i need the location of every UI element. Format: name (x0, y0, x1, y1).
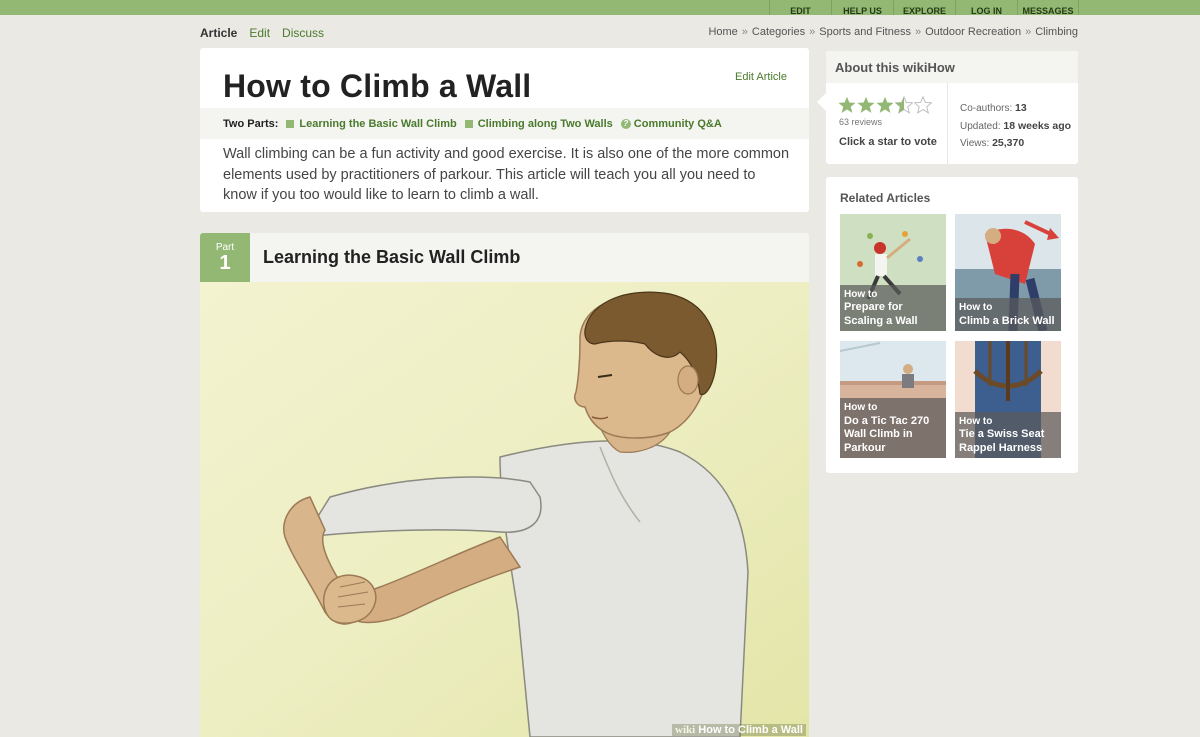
related-title: Related Articles (840, 191, 931, 205)
community-qa-label: Community Q&A (633, 117, 722, 130)
how-to-label: How to (844, 288, 878, 300)
article-intro-card: How to Climb a Wall Edit Article Two Par… (200, 48, 809, 212)
views-stat: Views: 25,370 (960, 135, 1071, 153)
part-link-2[interactable]: Climbing along Two Walls (464, 117, 613, 130)
related-article-title: Climb a Brick Wall (959, 314, 1055, 327)
parts-bar: Two Parts: Learning the Basic Wall Climb… (200, 108, 809, 139)
coauthors-label: Co-authors: (960, 103, 1013, 114)
breadcrumb-outdoor-recreation[interactable]: Outdoor Recreation (925, 26, 1021, 38)
related-article-card[interactable]: How to Tie a Swiss Seat Rappel Harness (955, 341, 1061, 458)
updated-value: 18 weeks ago (1003, 119, 1072, 132)
community-qa-link[interactable]: ? Community Q&A (620, 117, 722, 130)
how-to-label: How to (844, 402, 878, 413)
related-article-title: Prepare for Scaling a Wall (844, 301, 918, 327)
coauthors-value: 13 (1015, 102, 1027, 114)
views-label: Views: (960, 138, 990, 149)
watermark-title: How to Climb a Wall (698, 724, 803, 736)
nav-edit[interactable]: EDIT (769, 0, 831, 15)
about-title: About this wikiHow (826, 51, 1078, 83)
section-title: Learning the Basic Wall Climb (263, 247, 521, 267)
related-article-card[interactable]: How to Prepare for Scaling a Wall (840, 214, 946, 331)
square-icon (286, 119, 295, 128)
page-title: How to Climb a Wall (223, 68, 532, 104)
part-section: Part 1 Learning the Basic Wall Climb wik… (200, 233, 809, 737)
related-caption: How to Prepare for Scaling a Wall (840, 284, 946, 331)
square-icon (464, 119, 473, 128)
breadcrumb-home[interactable]: Home (708, 26, 737, 38)
edit-article-link[interactable]: Edit Article (735, 71, 787, 83)
related-article-title: Do a Tic Tac 270 Wall Climb in Parkour (844, 414, 930, 454)
related-caption: How to Tie a Swiss Seat Rappel Harness (955, 411, 1061, 458)
how-to-label: How to (959, 415, 993, 427)
pointer-arrow (817, 93, 826, 111)
intro-text: Wall climbing can be a fun activity and … (223, 146, 790, 203)
top-nav: EDIT HELP US EXPLORE LOG IN MESSAGES (769, 0, 1079, 15)
breadcrumb-separator: » (914, 26, 922, 38)
breadcrumb-separator: » (809, 26, 816, 38)
part-link-label: Climbing along Two Walls (477, 117, 613, 130)
watermark-brand: wiki (675, 724, 696, 736)
nav-help-us[interactable]: HELP US (831, 0, 893, 15)
related-caption: How to Do a Tic Tac 270 Wall Climb in Par… (840, 398, 946, 458)
views-value: 25,370 (992, 137, 1025, 149)
page-tabs: Article Edit Discuss (200, 26, 324, 40)
part-badge: Part 1 (200, 233, 250, 282)
section-header: Part 1 Learning the Basic Wall Climb (200, 233, 809, 282)
question-icon: ? (620, 118, 631, 129)
star-icon[interactable] (838, 96, 856, 114)
tab-edit[interactable]: Edit (249, 26, 270, 40)
breadcrumb-separator: » (1025, 26, 1032, 38)
article-stats: Co-authors: 13 Updated: 18 weeks ago Vie… (960, 100, 1071, 153)
breadcrumb-categories[interactable]: Categories (752, 26, 805, 38)
nav-log-in[interactable]: LOG IN (955, 0, 1017, 15)
parts-label: Two Parts: (223, 117, 279, 130)
star-icon[interactable] (857, 96, 875, 114)
related-article-title: Tie a Swiss Seat Rappel Harness (959, 428, 1045, 454)
star-icon[interactable] (876, 96, 894, 114)
tab-article[interactable]: Article (200, 26, 237, 40)
how-to-label: How to (959, 302, 993, 313)
nav-explore[interactable]: EXPLORE (893, 0, 955, 15)
breadcrumb-climbing[interactable]: Climbing (1035, 26, 1078, 38)
part-link-label: Learning the Basic Wall Climb (299, 117, 457, 130)
related-articles: Related Articles How to Prepare for Scali… (826, 177, 1078, 473)
star-rating[interactable] (838, 96, 932, 114)
about-card: About this wikiHow 63 reviews Click a st… (817, 51, 1078, 164)
part-link-1[interactable]: Learning the Basic Wall Climb (286, 117, 457, 130)
breadcrumb: Home » Categories » Sports and Fitness »… (708, 26, 1078, 38)
breadcrumb-sports-and-fitness[interactable]: Sports and Fitness (819, 26, 911, 38)
coauthors-stat: Co-authors: 13 (960, 100, 1071, 118)
updated-label: Updated: (960, 120, 1001, 132)
watermark: wiki How to Climb a Wall (672, 724, 806, 736)
step-illustration[interactable]: wiki How to Climb a Wall (200, 282, 809, 737)
divider (947, 83, 948, 164)
nav-messages[interactable]: MESSAGES (1017, 0, 1079, 15)
breadcrumb-separator: » (741, 26, 748, 38)
related-article-card[interactable]: How to Do a Tic Tac 270 Wall Climb in Par… (840, 341, 946, 458)
half-star-icon[interactable] (895, 96, 913, 114)
tab-discuss[interactable]: Discuss (282, 26, 324, 40)
empty-star-icon[interactable] (914, 96, 932, 114)
related-caption: How to Climb a Brick Wall (955, 298, 1061, 331)
man-stretching-illustration (200, 282, 809, 737)
related-article-card[interactable]: How to Climb a Brick Wall (955, 214, 1061, 331)
part-number: 1 (219, 252, 231, 274)
review-count: 63 reviews (839, 117, 883, 127)
vote-prompt: Click a star to vote (839, 136, 937, 148)
updated-stat: Updated: 18 weeks ago (960, 118, 1071, 136)
